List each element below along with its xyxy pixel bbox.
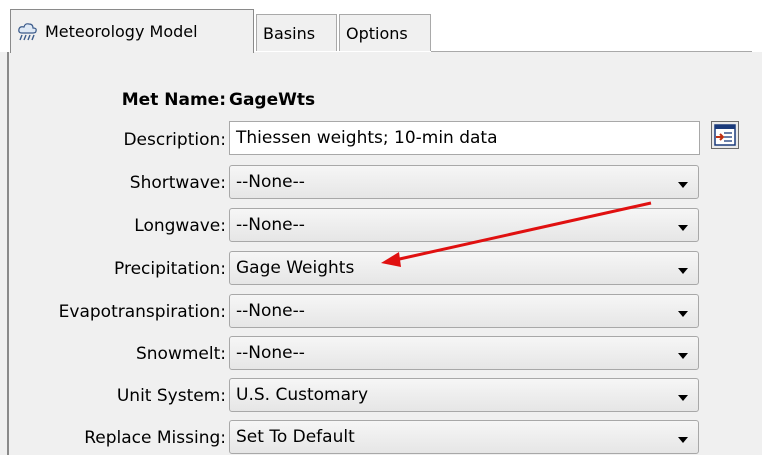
snowmelt-label: Snowmelt: — [135, 344, 226, 364]
snowmelt-value: --None-- — [236, 343, 305, 363]
evapotranspiration-value: --None-- — [236, 301, 305, 321]
chevron-down-icon — [678, 437, 688, 443]
chevron-down-icon — [678, 182, 688, 188]
tab-options[interactable]: Options — [339, 14, 431, 51]
cloud-rain-icon — [17, 22, 39, 42]
tab-label: Meteorology Model — [45, 22, 198, 41]
panel-border — [7, 52, 9, 455]
evapotranspiration-label: Evapotranspiration: — [58, 302, 226, 322]
replace-missing-value: Set To Default — [236, 427, 355, 447]
tab-divider — [431, 51, 752, 52]
precipitation-label: Precipitation: — [114, 259, 226, 279]
longwave-label: Longwave: — [134, 216, 226, 236]
description-field[interactable]: Thiessen weights; 10-min data — [229, 121, 700, 155]
shortwave-select[interactable]: --None-- — [229, 165, 699, 199]
evapotranspiration-select[interactable]: --None-- — [229, 294, 699, 328]
chevron-down-icon — [678, 225, 688, 231]
shortwave-value: --None-- — [236, 172, 305, 192]
unit-system-label: Unit System: — [116, 386, 226, 406]
description-editor-button[interactable] — [711, 121, 739, 149]
description-label: Description: — [123, 130, 226, 150]
tab-basins[interactable]: Basins — [256, 14, 337, 51]
chevron-down-icon — [678, 311, 688, 317]
chevron-down-icon — [678, 395, 688, 401]
replace-missing-label: Replace Missing: — [84, 428, 226, 448]
tab-label: Options — [346, 23, 408, 43]
replace-missing-select[interactable]: Set To Default — [229, 420, 699, 454]
precipitation-select[interactable]: Gage Weights — [229, 251, 699, 285]
longwave-value: --None-- — [236, 215, 305, 235]
chevron-down-icon — [678, 268, 688, 274]
precipitation-value: Gage Weights — [236, 258, 355, 278]
document-edit-icon — [714, 124, 736, 146]
met-name-label: Met Name: — [121, 90, 226, 110]
component-editor-window: Meteorology Model Basins Options Met Nam… — [0, 0, 762, 455]
met-name-value: GageWts — [229, 90, 316, 110]
tab-label: Basins — [263, 23, 316, 43]
description-value: Thiessen weights; 10-min data — [236, 128, 498, 148]
snowmelt-select[interactable]: --None-- — [229, 336, 699, 370]
longwave-select[interactable]: --None-- — [229, 208, 699, 242]
shortwave-label: Shortwave: — [129, 173, 226, 193]
unit-system-value: U.S. Customary — [236, 385, 369, 405]
tab-strip: Meteorology Model Basins Options — [0, 0, 762, 53]
tab-meteorology-model[interactable]: Meteorology Model — [10, 9, 254, 53]
chevron-down-icon — [678, 353, 688, 359]
unit-system-select[interactable]: U.S. Customary — [229, 378, 699, 412]
